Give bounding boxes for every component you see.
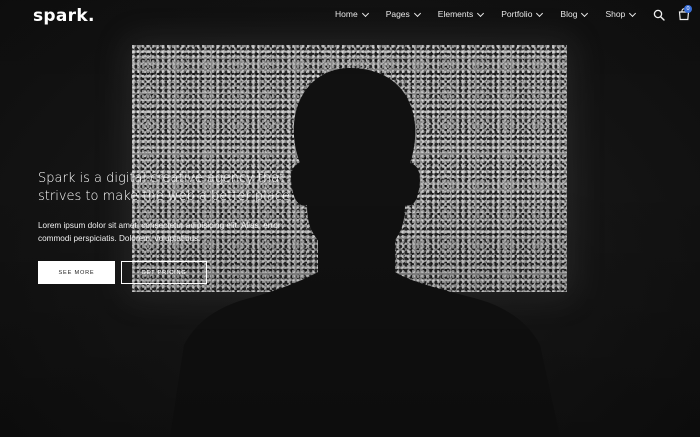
hero-buttons: SEE MORE GET PRICING xyxy=(38,261,207,284)
chevron-down-icon xyxy=(413,9,421,17)
search-icon[interactable] xyxy=(653,9,665,21)
nav-label: Pages xyxy=(385,9,410,19)
get-pricing-button[interactable]: GET PRICING xyxy=(121,261,207,284)
hero-title: Spark is a digital creative agency that … xyxy=(38,170,298,206)
nav-item-shop[interactable]: Shop xyxy=(605,9,637,19)
cart-count-badge: 0 xyxy=(684,5,692,13)
hero-content: Spark is a digital creative agency that … xyxy=(38,170,298,245)
main-nav: Home Pages Elements Portfolio Blog Shop xyxy=(335,9,637,19)
chevron-down-icon xyxy=(581,9,589,17)
chevron-down-icon xyxy=(477,9,485,17)
chevron-down-icon xyxy=(629,9,637,17)
nav-label: Blog xyxy=(560,9,578,19)
nav-item-home[interactable]: Home xyxy=(335,9,369,19)
nav-item-portfolio[interactable]: Portfolio xyxy=(501,9,544,19)
nav-item-blog[interactable]: Blog xyxy=(560,9,589,19)
see-more-button[interactable]: SEE MORE xyxy=(38,261,115,284)
top-navbar: spark. Home Pages Elements Portfolio Blo… xyxy=(0,0,700,30)
chevron-down-icon xyxy=(536,9,544,17)
hero-description: Lorem ipsum dolor sit amet, consectetur … xyxy=(38,221,281,243)
nav-label: Portfolio xyxy=(501,9,533,19)
nav-label: Elements xyxy=(437,9,474,19)
hero-title-line: Spark is a digital creative agency that xyxy=(38,171,285,186)
chevron-down-icon xyxy=(361,9,369,17)
hero-title-line: strives to make the web a better place xyxy=(38,189,290,204)
nav-label: Shop xyxy=(605,9,626,19)
nav-label: Home xyxy=(335,9,358,19)
brand-logo[interactable]: spark. xyxy=(33,6,95,26)
nav-item-pages[interactable]: Pages xyxy=(385,9,421,19)
nav-item-elements[interactable]: Elements xyxy=(437,9,485,19)
